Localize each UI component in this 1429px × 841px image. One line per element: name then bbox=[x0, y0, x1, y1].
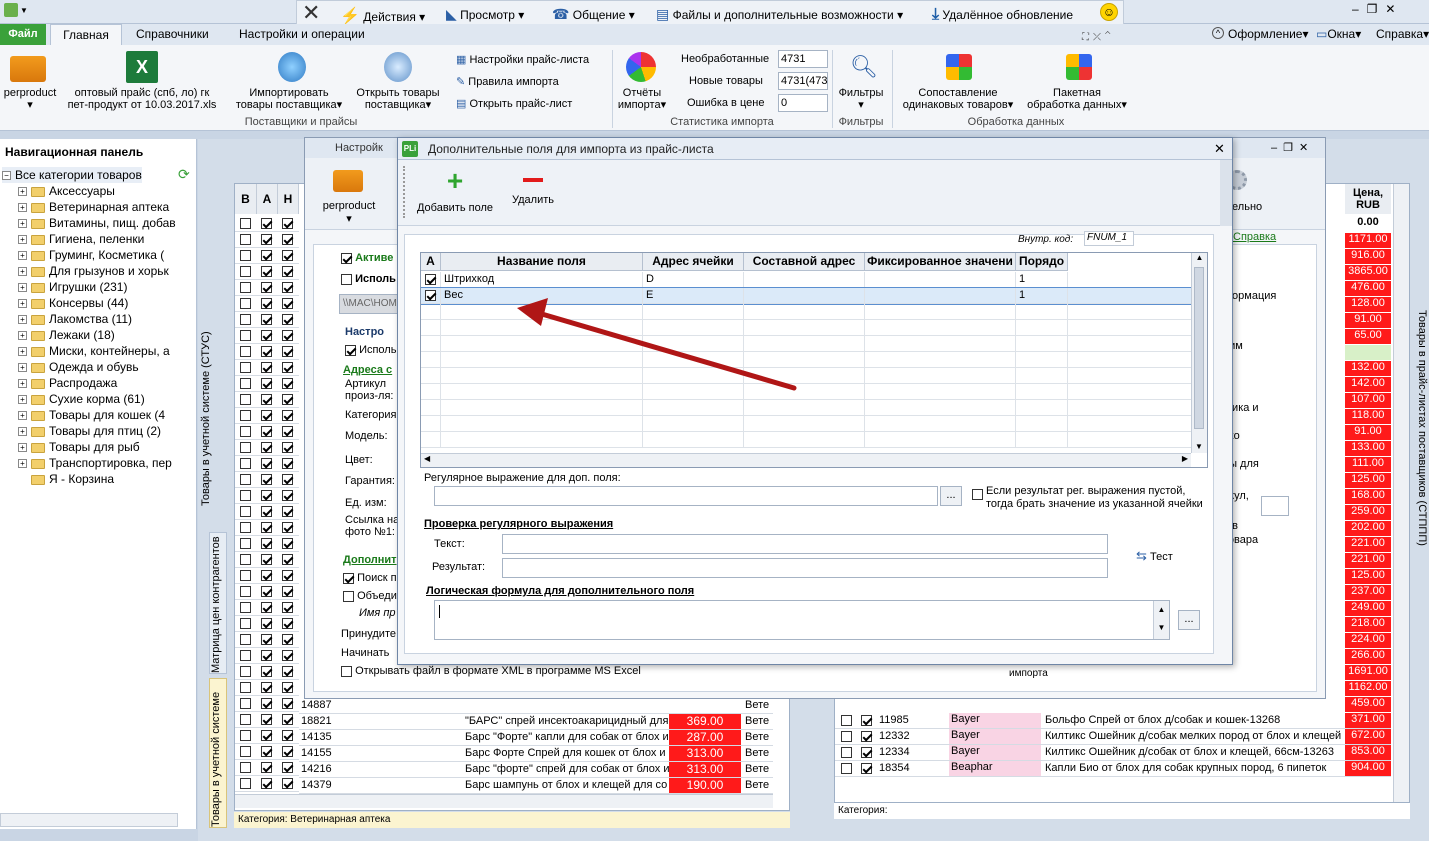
annotation-arrow bbox=[517, 298, 797, 391]
arrow-shaft bbox=[532, 309, 797, 391]
arrow-head bbox=[517, 298, 548, 326]
